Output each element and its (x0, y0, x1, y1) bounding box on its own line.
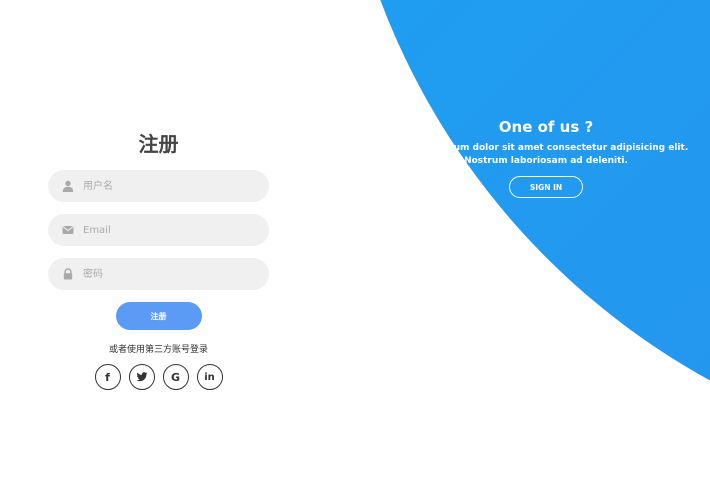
social-login-text: 或者使用第三方账号登录 (108, 345, 208, 355)
google-button[interactable]: G (162, 364, 189, 390)
facebook-icon: f (105, 370, 110, 384)
sign-in-button[interactable]: SIGN IN (509, 176, 583, 198)
twitter-button[interactable] (128, 364, 155, 390)
google-icon: G (170, 370, 181, 384)
twitter-icon (136, 372, 147, 382)
password-field (48, 258, 269, 290)
linkedin-icon: in (204, 371, 215, 383)
panel-text-line1: Lorem ipsum dolor sit amet consectetur a… (403, 143, 689, 153)
email-input[interactable] (83, 214, 258, 246)
signin-panel: One of us ? Lorem ipsum dolor sit amet c… (400, 116, 692, 198)
username-input[interactable] (83, 170, 258, 202)
envelope-icon (62, 226, 74, 234)
social-login-row: f G in (48, 364, 269, 390)
panel-text: Lorem ipsum dolor sit amet consectetur a… (400, 142, 692, 168)
username-field (48, 170, 269, 202)
register-button[interactable]: 注册 (115, 302, 202, 330)
user-icon (62, 180, 74, 192)
form-title: 注册 (138, 132, 179, 156)
panel-title: One of us ? (498, 118, 594, 136)
blue-circle-panel (334, 0, 710, 470)
lock-icon (63, 268, 73, 280)
register-form: 注册 注册 或者使用第三方账号登录 f (48, 128, 269, 390)
panel-text-line2: Nostrum laboriosam ad deleniti. (464, 156, 628, 166)
email-field (48, 214, 269, 246)
linkedin-button[interactable]: in (196, 364, 223, 390)
page: One of us ? Lorem ipsum dolor sit amet c… (0, 0, 710, 501)
facebook-button[interactable]: f (94, 364, 121, 390)
password-input[interactable] (83, 258, 258, 290)
